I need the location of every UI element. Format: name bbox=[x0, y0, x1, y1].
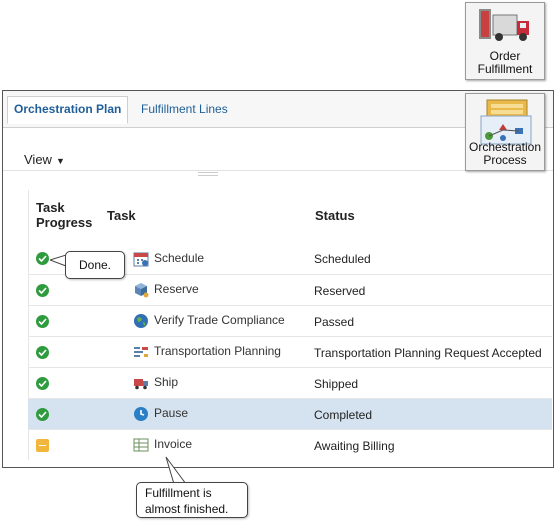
complete-check-icon bbox=[36, 346, 49, 359]
header-task-progress-line2: Progress bbox=[36, 215, 93, 230]
clock-icon bbox=[134, 407, 148, 421]
task-status: Shipped bbox=[314, 377, 359, 391]
globe-icon bbox=[134, 314, 148, 328]
order-fulfillment-badge: Order Fulfillment bbox=[465, 2, 545, 80]
table-row[interactable] bbox=[28, 275, 552, 306]
header-task-progress-line1: Task bbox=[36, 200, 65, 215]
almost-finished-callout: Fulfillment is almost finished. bbox=[136, 482, 248, 518]
task-status: Passed bbox=[314, 315, 355, 329]
pending-icon bbox=[36, 439, 49, 452]
tab-fulfillment-lines[interactable]: Fulfillment Lines bbox=[141, 102, 228, 116]
caret-down-icon: ▼ bbox=[55, 156, 65, 166]
task-name[interactable]: Verify Trade Compliance bbox=[154, 313, 285, 327]
done-callout: Done. bbox=[65, 251, 125, 279]
callout-line1: Fulfillment is bbox=[145, 486, 212, 500]
table-row[interactable] bbox=[28, 368, 552, 399]
task-name[interactable]: Pause bbox=[154, 406, 188, 420]
task-status: Completed bbox=[314, 408, 373, 422]
truck-icon bbox=[134, 379, 148, 390]
task-name[interactable]: Transportation Planning bbox=[154, 344, 281, 358]
table-row-selected[interactable] bbox=[28, 399, 552, 430]
truck-icon bbox=[479, 9, 529, 41]
invoice-icon bbox=[133, 438, 149, 452]
header-task: Task bbox=[107, 208, 136, 223]
badge-label-line2: Process bbox=[483, 153, 527, 167]
complete-check-icon bbox=[36, 284, 49, 297]
task-name[interactable]: Ship bbox=[154, 375, 178, 389]
table-row[interactable] bbox=[28, 430, 552, 460]
header-task-progress: Task Progress bbox=[36, 200, 92, 230]
process-diagram-icon bbox=[480, 99, 532, 145]
badge-label-line2: Fulfillment bbox=[477, 62, 533, 76]
view-label: View bbox=[24, 152, 52, 167]
task-name[interactable]: Invoice bbox=[154, 437, 192, 451]
orchestration-process-badge: Orchestration Process bbox=[465, 93, 545, 171]
complete-check-icon bbox=[36, 315, 49, 328]
splitter-handle[interactable] bbox=[198, 172, 218, 176]
task-name[interactable]: Schedule bbox=[154, 251, 204, 265]
calendar-icon bbox=[133, 252, 149, 267]
view-menu[interactable]: View ▼ bbox=[24, 152, 65, 167]
tab-orchestration-plan[interactable]: Orchestration Plan bbox=[7, 96, 129, 124]
task-name[interactable]: Reserve bbox=[154, 282, 199, 296]
reserve-icon bbox=[135, 283, 149, 298]
task-status: Awaiting Billing bbox=[314, 439, 395, 453]
transport-icon bbox=[134, 347, 148, 357]
callout-pointer bbox=[165, 456, 187, 485]
callout-line2: almost finished. bbox=[145, 502, 229, 516]
task-status: Scheduled bbox=[314, 252, 371, 266]
complete-check-icon bbox=[36, 408, 49, 421]
header-status: Status bbox=[315, 208, 355, 223]
task-status: Transportation Planning Request Accepted bbox=[314, 346, 542, 360]
task-status: Reserved bbox=[314, 284, 366, 298]
complete-check-icon bbox=[36, 252, 49, 265]
table-row[interactable] bbox=[28, 306, 552, 337]
complete-check-icon bbox=[36, 377, 49, 390]
